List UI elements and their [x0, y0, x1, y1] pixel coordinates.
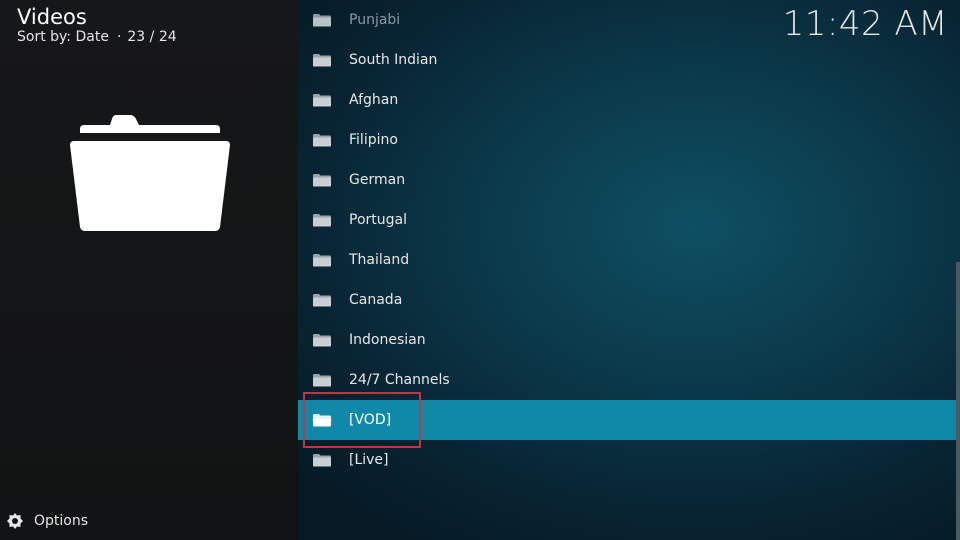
list-item-label: Punjabi — [349, 12, 401, 28]
list-item-label: Portugal — [349, 212, 407, 228]
list-item-selected[interactable]: [VOD] — [298, 400, 956, 440]
list-item[interactable]: German — [298, 160, 956, 200]
info-panel: Videos Sort by: Date · 23 / 24 Options — [0, 0, 298, 540]
list-item-label: [Live] — [349, 452, 389, 468]
folder-icon — [313, 174, 331, 187]
folder-icon — [313, 454, 331, 467]
folder-icon — [313, 94, 331, 107]
list-item[interactable]: 24/7 Channels — [298, 360, 956, 400]
gear-options-icon — [7, 513, 23, 529]
folder-icon — [313, 294, 331, 307]
folder-icon — [313, 374, 331, 387]
list-item[interactable]: South Indian — [298, 40, 956, 80]
folder-icon — [313, 54, 331, 67]
separator-dot: · — [116, 29, 122, 45]
list-item-label: German — [349, 172, 406, 188]
list-item[interactable]: [Live] — [298, 440, 956, 480]
folder-icon — [313, 214, 331, 227]
list-item[interactable]: Filipino — [298, 120, 956, 160]
options-button[interactable]: Options — [6, 511, 88, 531]
list-item-label: [VOD] — [349, 412, 392, 428]
list-item-label: Afghan — [349, 92, 399, 108]
list-item[interactable]: Canada — [298, 280, 956, 320]
clock: 11:42 AM — [782, 4, 948, 44]
sort-label[interactable]: Sort by: Date — [17, 29, 109, 45]
options-label: Options — [34, 513, 89, 529]
folder-open-icon — [312, 414, 332, 427]
list-item-label: Thailand — [349, 252, 410, 268]
page-title: Videos — [17, 5, 87, 29]
list-item[interactable]: Afghan — [298, 80, 956, 120]
sort-info: Sort by: Date · 23 / 24 — [17, 28, 177, 46]
list-item-label: Filipino — [349, 132, 398, 148]
list-item[interactable]: Thailand — [298, 240, 956, 280]
folder-icon — [313, 14, 331, 27]
scrollbar[interactable] — [956, 262, 960, 540]
list-item-label: Canada — [349, 292, 403, 308]
folder-icon — [313, 254, 331, 267]
list-item-label: South Indian — [349, 52, 438, 68]
kodi-videos-screen: Videos Sort by: Date · 23 / 24 Options Pun… — [0, 0, 960, 540]
list-item-label: 24/7 Channels — [349, 372, 450, 388]
item-position: 23 / 24 — [127, 29, 177, 45]
list-item[interactable]: Portugal — [298, 200, 956, 240]
list-item[interactable]: Indonesian — [298, 320, 956, 360]
list-item-label: Indonesian — [349, 332, 426, 348]
folder-icon — [313, 334, 331, 347]
large-folder-icon — [70, 115, 230, 231]
folder-icon — [313, 134, 331, 147]
